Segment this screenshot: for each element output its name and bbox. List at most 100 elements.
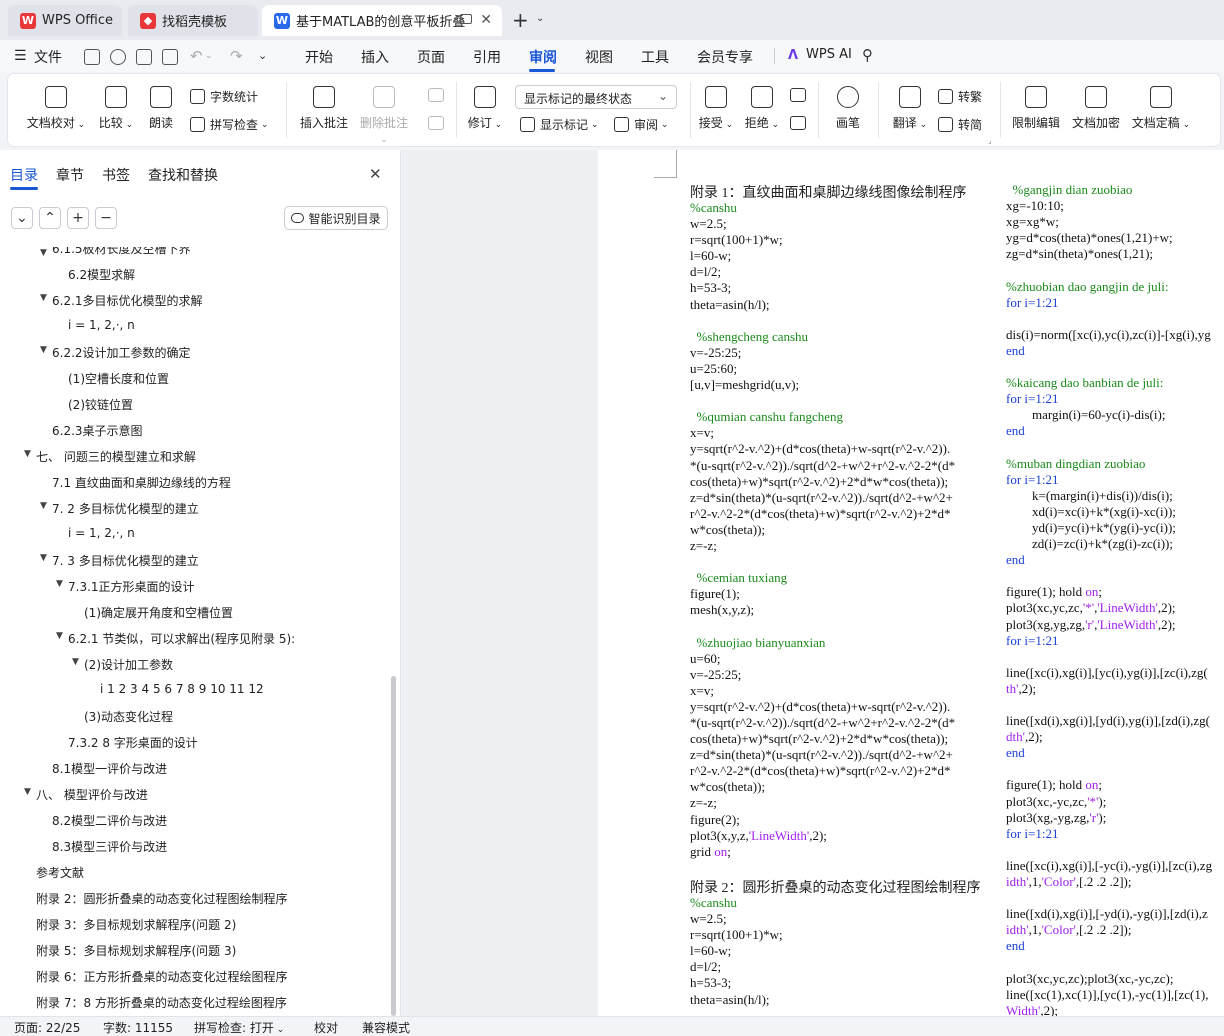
toc-item[interactable]: ▼ 八、 模型评价与改进 — [0, 786, 388, 808]
doc-check-button[interactable]: 文档校对 ⌄ — [26, 86, 86, 131]
toc-item[interactable]: ▼ 七、 问题三的模型建立和求解 — [0, 448, 388, 470]
toc-item[interactable]: (1)确定展开角度和空槽位置 — [0, 604, 388, 626]
markup-state-select[interactable]: 显示标记的最终状态 ⌄ — [515, 85, 677, 109]
read-aloud-button[interactable]: 朗读 — [146, 86, 176, 131]
toc-item[interactable]: 7.3.2 8 字形桌面的设计 — [0, 734, 388, 756]
smart-toc-button[interactable]: 智能识别目录 — [284, 206, 388, 230]
toc-item[interactable]: i 1 2 3 4 5 6 7 8 9 10 11 12 — [0, 682, 388, 704]
save-icon[interactable] — [84, 49, 100, 65]
insert-comment-button[interactable]: 插入批注 — [296, 86, 352, 131]
next-comment-icon[interactable] — [428, 116, 444, 130]
collapse-all-button[interactable]: ⌄ — [11, 207, 33, 229]
toc-item[interactable]: (1)空槽长度和位置 — [0, 370, 388, 392]
chevron-down-icon[interactable]: ⌄ — [536, 13, 544, 24]
close-tab-icon[interactable]: ✕ — [480, 12, 492, 28]
tab-docer[interactable]: ◆ 找稻壳模板 — [128, 5, 258, 36]
expand-triangle-icon[interactable]: ▼ — [24, 449, 31, 459]
menu-membership[interactable]: 会员专享 — [697, 47, 753, 67]
menu-page[interactable]: 页面 — [417, 47, 445, 67]
reject-button[interactable]: 拒绝 ⌄ — [742, 86, 782, 131]
menu-review[interactable]: 审阅 — [529, 47, 557, 67]
toc-item[interactable]: 附录 2：圆形折叠桌的动态变化过程图绘制程序 — [0, 890, 388, 912]
menu-home[interactable]: 开始 — [305, 47, 333, 67]
page-indicator[interactable]: 页面: 22/25 — [14, 1019, 80, 1036]
hamburger-icon[interactable]: ☰ — [14, 48, 27, 64]
print-preview-icon[interactable] — [162, 49, 178, 65]
expand-triangle-icon[interactable]: ▼ — [40, 293, 47, 303]
undo-icon[interactable]: ↶ — [190, 47, 203, 65]
document-page[interactable]: 附录 1：直纹曲面和桌脚边缘线图像绘制程序 %canshu w=2.5; r=sqr… — [598, 150, 1224, 1016]
translate-button[interactable]: 翻译 ⌄ — [890, 86, 930, 131]
toc-item[interactable]: 6.2模型求解 — [0, 266, 388, 288]
toc-item[interactable]: 附录 7：8 方形折叠桌的动态变化过程绘图程序 — [0, 994, 388, 1016]
pen-button[interactable]: 画笔 — [830, 86, 866, 131]
expand-triangle-icon[interactable]: ▼ — [56, 579, 63, 589]
accept-button[interactable]: 接受 ⌄ — [696, 86, 736, 131]
toc-item[interactable]: 8.1模型一评价与改进 — [0, 760, 388, 782]
tab-bookmarks[interactable]: 书签 — [102, 165, 130, 185]
next-change-icon[interactable] — [790, 116, 806, 130]
menu-file[interactable]: 文件 — [34, 47, 62, 67]
more-quick-access-icon[interactable]: ⌄ — [258, 49, 267, 62]
new-tab-icon[interactable]: + — [512, 8, 529, 32]
tab-wps-office[interactable]: W WPS Office — [8, 5, 122, 36]
toc-item[interactable]: ▼ 6.2.1 节类似，可以求解出(程序见附录 5): — [0, 630, 388, 652]
window-preview-icon[interactable] — [460, 14, 472, 24]
tab-toc[interactable]: 目录 — [10, 165, 38, 185]
track-changes-button[interactable]: 修订 ⌄ — [466, 86, 504, 131]
delete-comment-button[interactable]: 删除批注 ⌄ — [356, 86, 412, 145]
expand-triangle-icon[interactable]: ▼ — [40, 345, 47, 355]
menu-tools[interactable]: 工具 — [641, 47, 669, 67]
to-traditional-button[interactable]: 转繁 — [938, 88, 982, 105]
toc-item[interactable]: (3)动态变化过程 — [0, 708, 388, 730]
restrict-edit-button[interactable]: 限制编辑 — [1010, 86, 1062, 131]
toc-item[interactable]: ▼ 7. 3 多目标优化模型的建立 — [0, 552, 388, 574]
proofread-button[interactable]: 校对 — [314, 1019, 338, 1036]
word-count-button[interactable]: 字数统计 — [190, 88, 258, 105]
toc-item[interactable]: ▼ (2)设计加工参数 — [0, 656, 388, 678]
show-markup-button[interactable]: 显示标记 ⌄ — [520, 116, 599, 133]
toc-item[interactable]: 6.2.3桌子示意图 — [0, 422, 388, 444]
remove-heading-button[interactable]: − — [95, 207, 117, 229]
expand-triangle-icon[interactable]: ▼ — [40, 248, 47, 257]
toc-item[interactable]: 附录 6：正方形折叠桌的动态变化过程绘图程序 — [0, 968, 388, 990]
tab-current-document[interactable]: W 基于MATLAB的创意平板折叠 ✕ — [262, 5, 502, 36]
expand-triangle-icon[interactable]: ▼ — [24, 787, 31, 797]
export-pdf-icon[interactable] — [110, 49, 126, 65]
search-icon[interactable]: ⚲ — [862, 46, 873, 64]
toc-item[interactable]: 8.2模型二评价与改进 — [0, 812, 388, 834]
expand-up-button[interactable]: ⌃ — [39, 207, 61, 229]
expand-triangle-icon[interactable]: ▼ — [40, 553, 47, 563]
redo-icon[interactable]: ↷ — [230, 47, 243, 65]
menu-insert[interactable]: 插入 — [361, 47, 389, 67]
toc-item[interactable]: ▼ 7. 2 多目标优化模型的建立 — [0, 500, 388, 522]
toc-item[interactable]: 7.1 直纹曲面和桌脚边缘线的方程 — [0, 474, 388, 496]
expand-triangle-icon[interactable]: ▼ — [56, 631, 63, 641]
toc-item[interactable]: i = 1, 2,·, n — [0, 318, 388, 340]
review-pane-button[interactable]: 审阅 ⌄ — [614, 116, 669, 133]
toc-scrollbar[interactable] — [391, 676, 396, 1016]
toc-item[interactable]: 参考文献 — [0, 864, 388, 886]
toc-item[interactable]: (2)铰链位置 — [0, 396, 388, 418]
toc-item[interactable]: ▼ 6.2.2设计加工参数的确定 — [0, 344, 388, 366]
word-count-indicator[interactable]: 字数: 11155 — [103, 1019, 173, 1036]
tab-find-replace[interactable]: 查找和替换 — [148, 165, 218, 185]
ribbon-expand-icon[interactable]: ⌟ — [988, 136, 992, 145]
toc-item[interactable]: 附录 5：多目标规划求解程序(问题 3) — [0, 942, 388, 964]
spell-check-status[interactable]: 拼写检查: 打开 ⌄ — [194, 1019, 284, 1036]
previous-comment-icon[interactable] — [428, 88, 444, 102]
expand-triangle-icon[interactable]: ▼ — [40, 501, 47, 511]
expand-triangle-icon[interactable]: ▼ — [72, 657, 79, 667]
toc-item[interactable]: i = 1, 2,·, n — [0, 526, 388, 548]
undo-dropdown-icon[interactable]: ⌄ — [205, 51, 213, 61]
tab-chapters[interactable]: 章节 — [56, 165, 84, 185]
compare-button[interactable]: 比较 ⌄ — [94, 86, 138, 131]
toc-item[interactable]: ▼ 6.2.1多目标优化模型的求解 — [0, 292, 388, 314]
toc-item[interactable]: ▼ 6.1.5板材长度及空槽下界 — [0, 247, 388, 257]
toc-item[interactable]: ▼ 7.3.1正方形桌面的设计 — [0, 578, 388, 600]
close-pane-icon[interactable]: ✕ — [369, 165, 382, 183]
spell-check-button[interactable]: 拼写检查 ⌄ — [190, 116, 269, 133]
menu-view[interactable]: 视图 — [585, 47, 613, 67]
doc-finalize-button[interactable]: 文档定稿 ⌄ — [1130, 86, 1192, 131]
add-heading-button[interactable]: + — [67, 207, 89, 229]
